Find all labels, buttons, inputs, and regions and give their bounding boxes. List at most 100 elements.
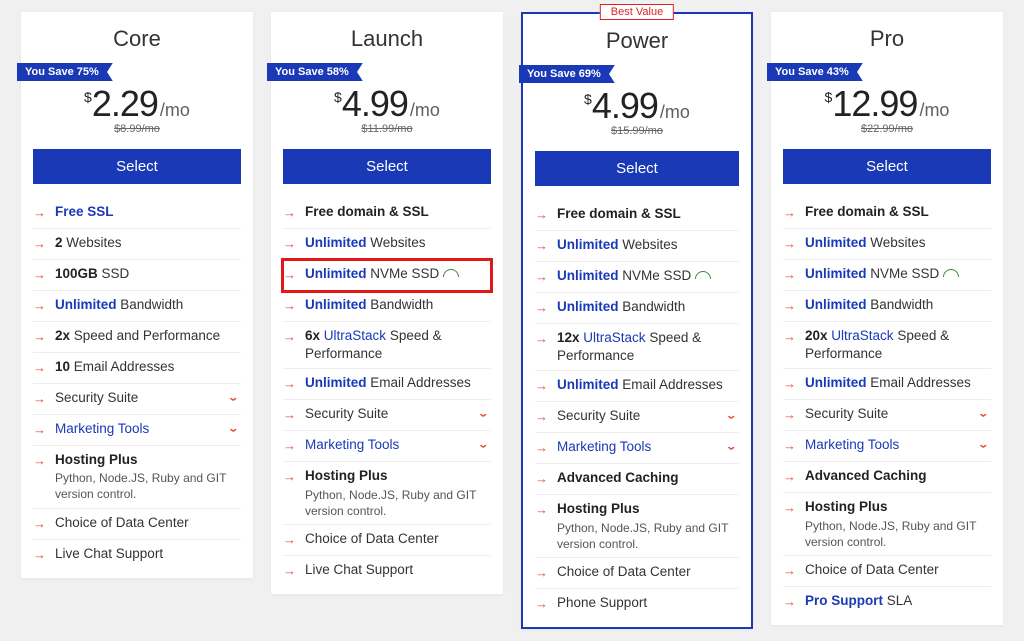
feature-item: →Free domain & SSL	[535, 200, 739, 231]
feature-item: →Unlimited Bandwidth	[33, 291, 241, 322]
chevron-down-icon[interactable]: ⌄	[725, 410, 737, 422]
arrow-icon: →	[783, 265, 797, 285]
feature-item: →Marketing Tools⌄	[283, 431, 491, 462]
feature-item: →12x UltraStack Speed & Performance	[535, 324, 739, 371]
feature-text: Security Suite	[55, 389, 221, 407]
currency-symbol: $	[825, 89, 833, 105]
arrow-icon: →	[33, 234, 47, 254]
feature-text: Unlimited Websites	[305, 234, 489, 252]
feature-list: →Free domain & SSL→Unlimited Websites→Un…	[523, 200, 751, 619]
arrow-icon: →	[783, 203, 797, 223]
chevron-down-icon[interactable]: ⌄	[725, 441, 737, 453]
chevron-down-icon[interactable]: ⌄	[477, 408, 489, 420]
arrow-icon: →	[535, 267, 549, 287]
feature-text: Unlimited Websites	[805, 234, 989, 252]
arrow-icon: →	[783, 374, 797, 394]
feature-text: Unlimited Websites	[557, 236, 737, 254]
feature-text: Hosting PlusPython, Node.JS, Ruby and GI…	[305, 467, 489, 519]
chevron-down-icon[interactable]: ⌄	[477, 439, 489, 451]
arrow-icon: →	[535, 329, 549, 349]
best-value-badge: Best Value	[600, 4, 674, 20]
feature-item: →Pro Support SLA	[783, 587, 991, 617]
plan-card-core: CoreYou Save 75%$2.29/mo$8.99/moSelect→F…	[21, 12, 253, 578]
arrow-icon: →	[783, 436, 797, 456]
arrow-icon: →	[283, 265, 297, 285]
feature-text: Phone Support	[557, 594, 737, 612]
arrow-icon: →	[33, 265, 47, 285]
plan-name: Launch	[271, 12, 503, 62]
feature-text: Choice of Data Center	[557, 563, 737, 581]
feature-item: →10 Email Addresses	[33, 353, 241, 384]
feature-text: Hosting PlusPython, Node.JS, Ruby and GI…	[55, 451, 239, 503]
plan-card-power: Best ValuePowerYou Save 69%$4.99/mo$15.9…	[521, 12, 753, 629]
feature-item: →Choice of Data Center	[283, 525, 491, 556]
arrow-icon: →	[783, 327, 797, 347]
feature-text: Marketing Tools	[805, 436, 971, 454]
feature-text: Choice of Data Center	[55, 514, 239, 532]
feature-item: →20x UltraStack Speed & Performance	[783, 322, 991, 369]
arrow-icon: →	[535, 407, 549, 427]
feature-text: Security Suite	[805, 405, 971, 423]
arrow-icon: →	[283, 327, 297, 347]
arrow-icon: →	[283, 296, 297, 316]
select-button[interactable]: Select	[283, 149, 491, 184]
arrow-icon: →	[783, 467, 797, 487]
price-block: $4.99/mo$11.99/mo	[271, 81, 503, 139]
arrow-icon: →	[535, 500, 549, 520]
old-price: $11.99/mo	[271, 123, 503, 135]
chevron-down-icon[interactable]: ⌄	[977, 439, 989, 451]
feature-item: →Unlimited Bandwidth	[283, 291, 491, 322]
arrow-icon: →	[33, 296, 47, 316]
select-button[interactable]: Select	[783, 149, 991, 184]
feature-item: →Hosting PlusPython, Node.JS, Ruby and G…	[283, 462, 491, 525]
feature-text: Unlimited Bandwidth	[805, 296, 989, 314]
arrow-icon: →	[283, 561, 297, 581]
price-amount: 12.99	[832, 83, 917, 125]
feature-item: →Free SSL	[33, 198, 241, 229]
price-block: $2.29/mo $8.99/mo	[21, 81, 253, 139]
pricing-plans: CoreYou Save 75%$2.29/mo$8.99/moSelect→F…	[20, 12, 1004, 629]
chevron-down-icon[interactable]: ⌄	[227, 392, 239, 404]
arrow-icon: →	[783, 296, 797, 316]
arrow-icon: →	[283, 405, 297, 425]
price-amount: 2.29	[92, 83, 158, 125]
feature-item: → 2x Speed and Performance	[33, 322, 241, 353]
currency-symbol: $	[84, 89, 92, 105]
feature-item: → Unlimited Bandwidth	[783, 291, 991, 322]
feature-list: →Free domain & SSL→Unlimited Websites→Un…	[271, 198, 503, 586]
feature-item: →Free domain & SSL	[283, 198, 491, 229]
arrow-icon: →	[535, 298, 549, 318]
arrow-icon: →	[535, 469, 549, 489]
feature-text: Unlimited Email Addresses	[305, 374, 489, 392]
feature-item: →Hosting PlusPython, Node.JS, Ruby and G…	[33, 446, 241, 509]
arrow-icon: →	[33, 389, 47, 409]
select-button[interactable]: Select	[535, 151, 739, 186]
arrow-icon: →	[283, 530, 297, 550]
feature-item: →Advanced Caching	[535, 464, 739, 495]
arrow-icon: →	[283, 234, 297, 254]
save-badge: You Save 69%	[519, 65, 615, 83]
speed-icon	[695, 271, 710, 281]
price-period: /mo	[160, 100, 190, 121]
currency-symbol: $	[334, 89, 342, 105]
price-amount: 4.99	[592, 85, 658, 127]
arrow-icon: →	[33, 327, 47, 347]
price-period: /mo	[660, 102, 690, 123]
feature-text: 100GB SSD	[55, 265, 239, 283]
chevron-down-icon[interactable]: ⌄	[977, 408, 989, 420]
feature-item: →Live Chat Support	[283, 556, 491, 586]
feature-item: →Unlimited Websites	[783, 229, 991, 260]
feature-text: Advanced Caching	[805, 467, 989, 485]
feature-item: →6x UltraStack Speed & Performance	[283, 322, 491, 369]
feature-item: →Live Chat Support	[33, 540, 241, 570]
chevron-down-icon[interactable]: ⌄	[227, 423, 239, 435]
old-price: $8.99/mo	[21, 123, 253, 135]
select-button[interactable]: Select	[33, 149, 241, 184]
feature-text: 2x Speed and Performance	[55, 327, 239, 345]
feature-item: →Choice of Data Center	[33, 509, 241, 540]
feature-text: 2 Websites	[55, 234, 239, 252]
feature-item: →Security Suite⌄	[535, 402, 739, 433]
feature-item: →Free domain & SSL	[783, 198, 991, 229]
feature-item: → Security Suite ⌄	[33, 384, 241, 415]
arrow-icon: →	[783, 405, 797, 425]
